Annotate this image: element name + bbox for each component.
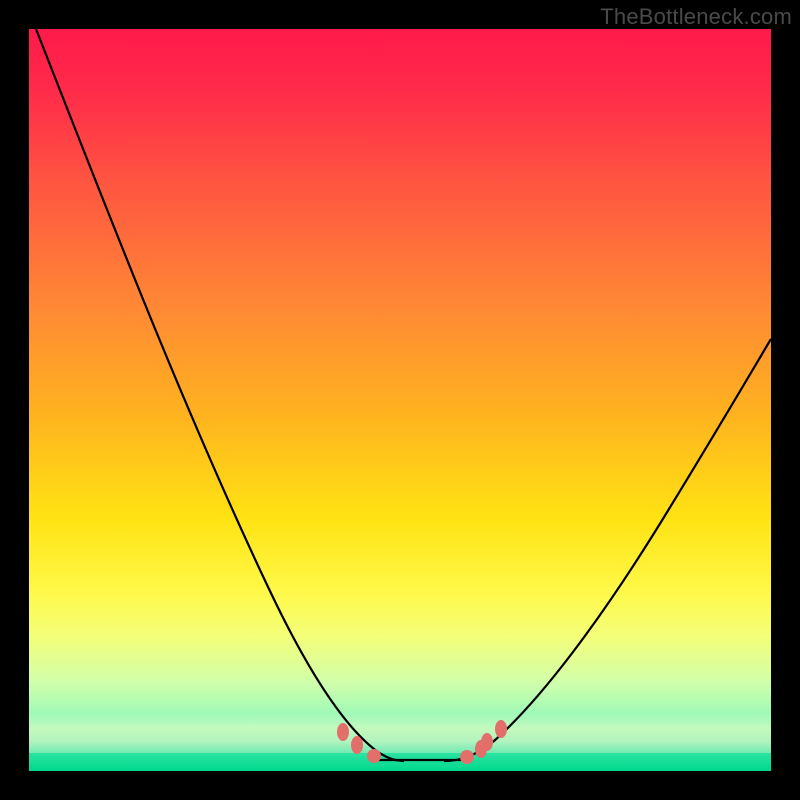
chart-plot-area xyxy=(29,29,771,771)
watermark-text: TheBottleneck.com xyxy=(600,4,792,30)
bottom-gradient-band xyxy=(29,713,771,753)
chart-frame: TheBottleneck.com xyxy=(0,0,800,800)
